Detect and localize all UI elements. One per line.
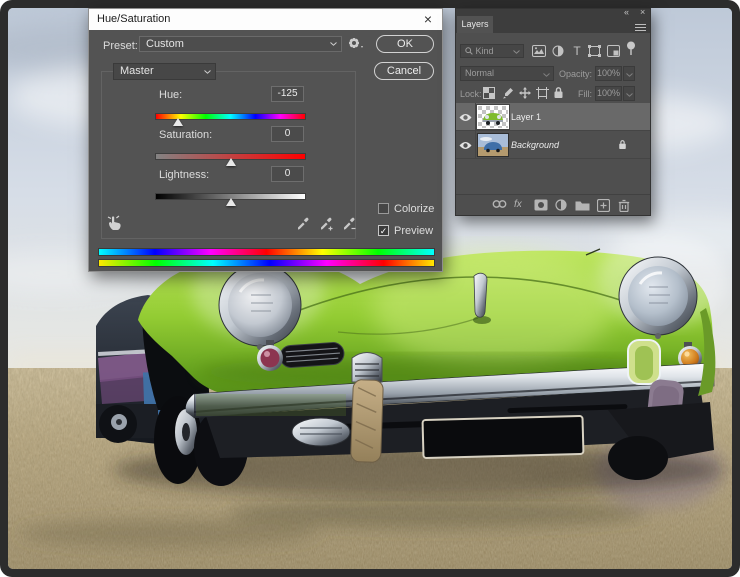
close-panel-icon[interactable]: × <box>640 8 645 17</box>
lock-transparency-icon[interactable] <box>483 87 495 101</box>
opacity-stepper[interactable] <box>623 66 635 81</box>
hue-value-field[interactable]: -125 <box>271 86 304 102</box>
lightness-value-field[interactable]: 0 <box>271 166 304 182</box>
search-icon <box>465 47 473 55</box>
lock-artboard-icon[interactable] <box>536 87 549 101</box>
hue-label: Hue: <box>159 89 183 101</box>
hue-slider-thumb[interactable] <box>173 118 183 126</box>
lightness-label: Lightness: <box>159 169 210 181</box>
eyedropper-plus-icon[interactable] <box>318 216 333 231</box>
filter-type-layers-icon[interactable]: T <box>571 44 583 59</box>
tab-layers[interactable]: Layers <box>457 16 493 33</box>
app-frame: Hue/Saturation × Preset: Custom OK Cance… <box>0 0 740 577</box>
ok-button[interactable]: OK <box>376 35 434 53</box>
lock-position-move-icon[interactable] <box>519 87 531 101</box>
preset-label: Preset: <box>103 40 138 52</box>
visibility-toggle[interactable] <box>456 103 476 130</box>
preset-dropdown[interactable]: Custom <box>139 36 342 52</box>
layers-panel: « × Layers Kind T Normal Opacity: 100% L… <box>455 8 651 216</box>
saturation-slider-thumb[interactable] <box>226 158 236 166</box>
preview-checkbox[interactable]: ✓ <box>378 225 389 236</box>
opacity-label: Opacity: <box>559 69 593 79</box>
eye-icon <box>459 142 472 149</box>
layer-row-layer1[interactable]: Layer 1 <box>456 103 650 131</box>
svg-text:T: T <box>573 44 581 57</box>
dialog-title: Hue/Saturation <box>97 13 171 25</box>
link-layers-icon[interactable] <box>492 199 507 212</box>
chevron-down-icon <box>543 73 550 77</box>
fill-label: Fill: <box>578 89 592 99</box>
layer-lock-badge-icon <box>618 139 627 152</box>
hue-saturation-dialog: Hue/Saturation × Preset: Custom OK Cance… <box>88 8 443 272</box>
panel-header: « × Layers <box>456 8 650 33</box>
dialog-titlebar[interactable]: Hue/Saturation × <box>89 9 442 31</box>
lightness-slider-thumb[interactable] <box>226 198 236 206</box>
panel-menu-icon[interactable] <box>635 22 646 31</box>
channel-dropdown[interactable]: Master <box>113 63 216 80</box>
colorize-checkbox[interactable] <box>378 203 389 214</box>
layer-name[interactable]: Layer 1 <box>511 112 541 122</box>
filter-pin-toggle-icon[interactable] <box>626 41 636 59</box>
blend-mode-dropdown[interactable]: Normal <box>460 66 554 81</box>
new-layer-icon[interactable] <box>596 198 611 213</box>
lock-label: Lock: <box>460 89 482 99</box>
adjusted-hue-spectrum-bar <box>98 259 435 267</box>
opacity-field[interactable]: 100% <box>595 66 622 81</box>
reference-hue-spectrum-bar <box>98 248 435 256</box>
panel-bottom-toolbar: fx <box>456 194 650 215</box>
preset-options-gear-icon[interactable] <box>348 37 365 51</box>
chevron-down-icon <box>513 50 520 54</box>
filter-shape-layers-icon[interactable] <box>588 45 601 59</box>
check-icon: ✓ <box>379 226 388 236</box>
layer-style-fx-icon[interactable]: fx <box>514 198 528 211</box>
preview-label: Preview <box>394 225 434 237</box>
chevron-down-icon <box>204 69 211 74</box>
cancel-button[interactable]: Cancel <box>374 62 434 80</box>
saturation-value-field[interactable]: 0 <box>271 126 304 142</box>
layer-row-background[interactable]: Background <box>456 131 650 159</box>
chevron-down-icon <box>330 42 337 46</box>
saturation-label: Saturation: <box>159 129 213 141</box>
delete-layer-trash-icon[interactable] <box>618 199 632 213</box>
lock-pixels-brush-icon[interactable] <box>502 87 514 101</box>
fill-field[interactable]: 100% <box>595 86 622 101</box>
eyedropper-minus-icon[interactable] <box>341 216 356 231</box>
layer-thumbnail[interactable] <box>477 133 509 157</box>
eyedropper-icon[interactable] <box>295 216 310 231</box>
filter-smart-objects-icon[interactable] <box>607 45 620 59</box>
close-icon[interactable]: × <box>420 10 436 28</box>
add-layer-mask-icon[interactable] <box>534 199 548 212</box>
dialog-body: Preset: Custom OK Cancel Master Hue: -12… <box>89 30 442 271</box>
filter-adjustment-layers-icon[interactable] <box>552 45 564 59</box>
eye-icon <box>459 114 472 121</box>
lock-all-icon[interactable] <box>553 86 564 101</box>
filter-kind-dropdown[interactable]: Kind <box>460 44 524 58</box>
new-adjustment-layer-icon[interactable] <box>555 199 569 212</box>
visibility-toggle[interactable] <box>456 131 476 158</box>
on-image-adjust-hand-icon[interactable] <box>106 214 124 232</box>
layer-name[interactable]: Background <box>511 140 559 150</box>
filter-pixel-layers-icon[interactable] <box>532 45 546 59</box>
colorize-label: Colorize <box>394 203 435 215</box>
new-group-folder-icon[interactable] <box>575 199 590 212</box>
layer-thumbnail[interactable] <box>477 105 509 129</box>
collapse-panel-icon[interactable]: « <box>624 8 629 17</box>
fill-stepper[interactable] <box>623 86 635 101</box>
